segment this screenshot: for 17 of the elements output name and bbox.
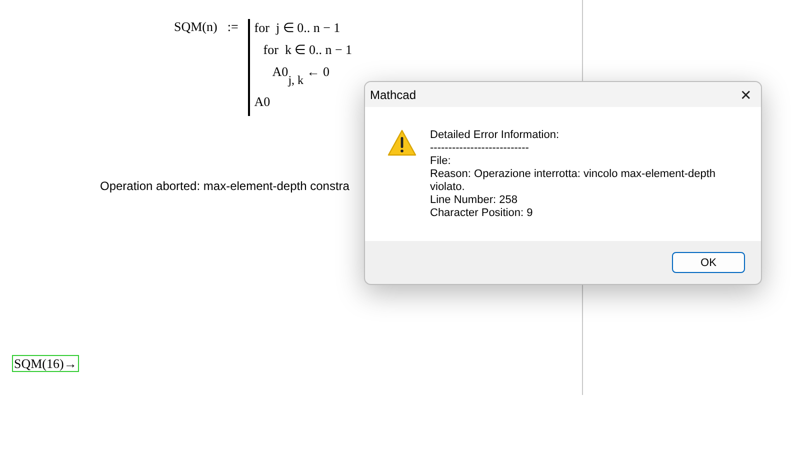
definition-operator: := bbox=[227, 19, 238, 35]
program-line: for k ∈ 0.. n − 1 bbox=[263, 42, 352, 58]
close-button[interactable]: ✕ bbox=[731, 82, 761, 107]
dialog-title: Mathcad bbox=[370, 88, 416, 102]
error-message: Operation aborted: max-element-depth constra bbox=[100, 179, 350, 193]
function-name: SQM(n) bbox=[174, 19, 218, 35]
message-text: Character Position: 9 bbox=[430, 207, 534, 220]
message-text: Reason: Operazione interrotta: vincolo max-element-depth violato. bbox=[430, 168, 717, 194]
ok-button[interactable]: OK bbox=[672, 252, 745, 273]
message-text: Line Number: 258 bbox=[430, 194, 518, 207]
message-text: Detailed Error Information: bbox=[430, 129, 560, 142]
evaluation-expression[interactable]: SQM(16)→ bbox=[12, 355, 79, 372]
program-line: for j ∈ 0.. n − 1 bbox=[254, 20, 340, 36]
message-text: --------------------------- bbox=[430, 142, 530, 155]
warning-icon bbox=[387, 129, 417, 157]
message-text: File: bbox=[430, 155, 452, 168]
program-line: A0 bbox=[254, 94, 270, 110]
